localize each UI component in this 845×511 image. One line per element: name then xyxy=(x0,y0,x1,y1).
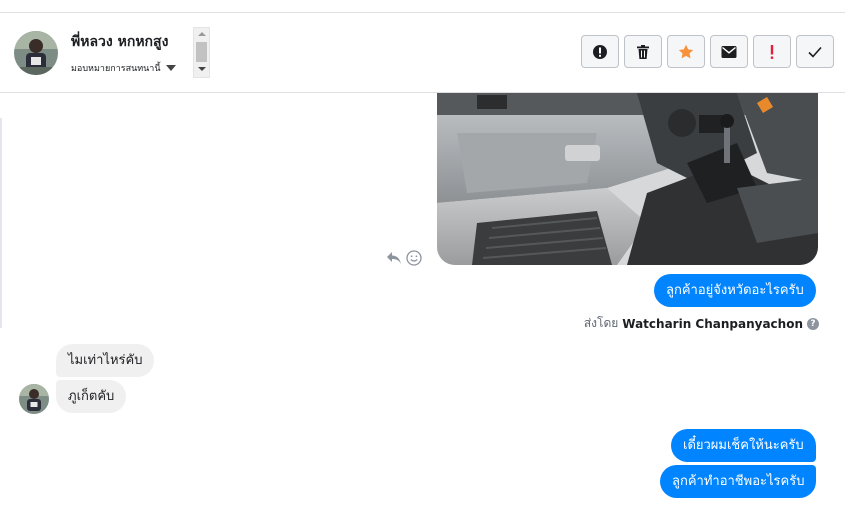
conversation-header: พี่หลวง หกหกสูง มอบหมายการสนทนานี้ xyxy=(0,13,845,93)
outgoing-message[interactable]: ลูกค้าอยู่จังหวัดอะไรครับ xyxy=(654,274,816,307)
mark-done-button[interactable] xyxy=(796,35,834,68)
star-button[interactable] xyxy=(667,35,705,68)
emoji-react-icon[interactable] xyxy=(406,250,422,266)
exclamation-icon xyxy=(770,44,774,59)
sent-by-prefix: ส่งโดย xyxy=(583,316,619,330)
delete-button[interactable] xyxy=(624,35,662,68)
reply-icon[interactable] xyxy=(386,251,402,265)
assign-conversation-dropdown[interactable]: มอบหมายการสนทนานี้ xyxy=(71,61,176,75)
star-icon xyxy=(678,44,694,58)
outgoing-message[interactable]: เดี๋ยวผมเช็คให้นะครับ xyxy=(671,429,816,462)
alert-button[interactable] xyxy=(581,35,619,68)
help-icon[interactable]: ? xyxy=(807,317,819,330)
contact-name[interactable]: พี่หลวง หกหกสูง xyxy=(71,31,168,53)
contact-message-avatar[interactable] xyxy=(19,384,49,414)
outgoing-message[interactable]: ลูกค้าทำอาชีพอะไรครับ xyxy=(660,465,817,498)
scroll-down-arrow-icon[interactable] xyxy=(198,67,206,71)
conversation-actions xyxy=(581,35,834,68)
incoming-message[interactable]: ไมเท่าไหร่คับ xyxy=(56,344,155,377)
assign-label: มอบหมายการสนทนานี้ xyxy=(71,64,161,74)
trash-icon xyxy=(637,44,649,59)
alert-circle-icon xyxy=(593,44,607,59)
mark-spam-button[interactable] xyxy=(753,35,791,68)
scroll-thumb[interactable] xyxy=(196,42,207,62)
scroll-up-arrow-icon[interactable] xyxy=(198,32,206,36)
sent-by-name[interactable]: Watcharin Chanpanyachon xyxy=(622,317,803,331)
incoming-message[interactable]: ภูเก็ตคับ xyxy=(56,380,127,413)
checkmark-icon xyxy=(808,46,822,58)
contact-avatar[interactable] xyxy=(14,31,58,75)
sent-by-line: ส่งโดย Watcharin Chanpanyachon ? xyxy=(584,314,819,333)
header-scrollbar[interactable] xyxy=(193,27,210,78)
message-hover-actions xyxy=(386,250,422,266)
mark-unread-button[interactable] xyxy=(710,35,748,68)
envelope-icon xyxy=(721,45,737,58)
message-photo-car-interior[interactable] xyxy=(437,93,818,265)
caret-down-icon xyxy=(165,65,176,71)
left-edge-divider xyxy=(0,118,2,328)
